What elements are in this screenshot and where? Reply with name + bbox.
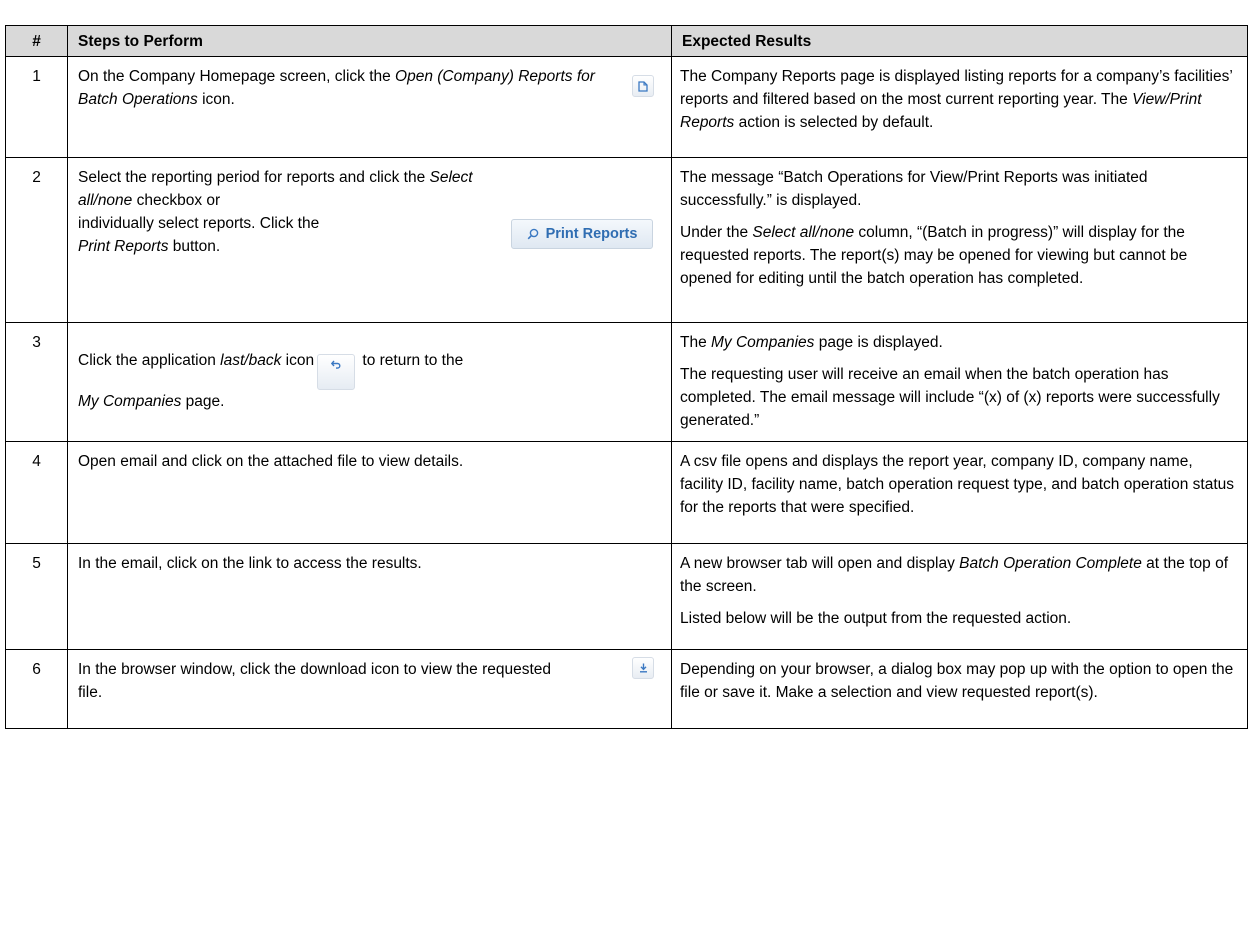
result-text: The requesting user will receive an emai… [680, 366, 1220, 429]
result-text: A csv file opens and displays the report… [680, 453, 1235, 516]
result-text: The Company Reports page is displayed li… [680, 68, 1233, 131]
step-number: 6 [5, 649, 68, 729]
table-row: 4 Open email and click on the attached f… [5, 441, 1248, 544]
header-steps: Steps to Perform [67, 25, 672, 57]
step-number: 5 [5, 543, 68, 650]
result-cell: A csv file opens and displays the report… [671, 441, 1248, 544]
table-row: 6 In the browser window, click the downl… [5, 649, 1248, 729]
result-text: Depending on your browser, a dialog box … [680, 661, 1234, 701]
step-number: 2 [5, 157, 68, 323]
table-header-row: # Steps to Perform Expected Results [5, 25, 1248, 57]
step-cell: In the browser window, click the downloa… [67, 649, 672, 729]
step-number: 3 [5, 322, 68, 442]
result-text: The My Companies page is displayed. [680, 334, 943, 351]
table-row: 1 On the Company Homepage screen, click … [5, 56, 1248, 158]
step-cell: In the email, click on the link to acces… [67, 543, 672, 650]
download-icon[interactable] [632, 657, 654, 679]
step-cell: Open email and click on the attached fil… [67, 441, 672, 544]
step-text: Click the application last/back icon to … [78, 352, 464, 410]
table-row: 5 In the email, click on the link to acc… [5, 543, 1248, 650]
result-cell: The Company Reports page is displayed li… [671, 56, 1248, 158]
step-cell: On the Company Homepage screen, click th… [67, 56, 672, 158]
result-text: The message “Batch Operations for View/P… [680, 169, 1148, 209]
result-text: Listed below will be the output from the… [680, 610, 1072, 627]
document-icon[interactable] [632, 75, 654, 97]
step-text: In the email, click on the link to acces… [78, 555, 422, 572]
result-cell: Depending on your browser, a dialog box … [671, 649, 1248, 729]
step-number: 1 [5, 56, 68, 158]
print-reports-button[interactable]: Print Reports [511, 219, 653, 249]
result-cell: A new browser tab will open and display … [671, 543, 1248, 650]
step-text: Open email and click on the attached fil… [78, 453, 464, 470]
header-number: # [5, 25, 68, 57]
result-cell: The My Companies page is displayed. The … [671, 322, 1248, 442]
table-row: 2 Select the reporting period for report… [5, 157, 1248, 323]
back-button[interactable] [317, 354, 356, 390]
print-reports-label: Print Reports [545, 225, 638, 242]
result-cell: The message “Batch Operations for View/P… [671, 157, 1248, 323]
step-text: In the browser window, click the downloa… [78, 661, 552, 701]
step-cell: Select the reporting period for reports … [67, 157, 672, 323]
search-icon [527, 228, 538, 240]
steps-table: # Steps to Perform Expected Results 1 On… [5, 25, 1248, 729]
undo-arrow-icon [331, 360, 341, 369]
table-row: 3 Click the application last/back icon t… [5, 322, 1248, 442]
result-text: Under the Select all/none column, “(Batc… [680, 224, 1188, 287]
result-text: A new browser tab will open and display … [680, 555, 1229, 595]
step-number: 4 [5, 441, 68, 544]
step-text: On the Company Homepage screen, click th… [78, 68, 595, 108]
step-cell: Click the application last/back icon to … [67, 322, 672, 442]
header-results: Expected Results [671, 25, 1248, 57]
